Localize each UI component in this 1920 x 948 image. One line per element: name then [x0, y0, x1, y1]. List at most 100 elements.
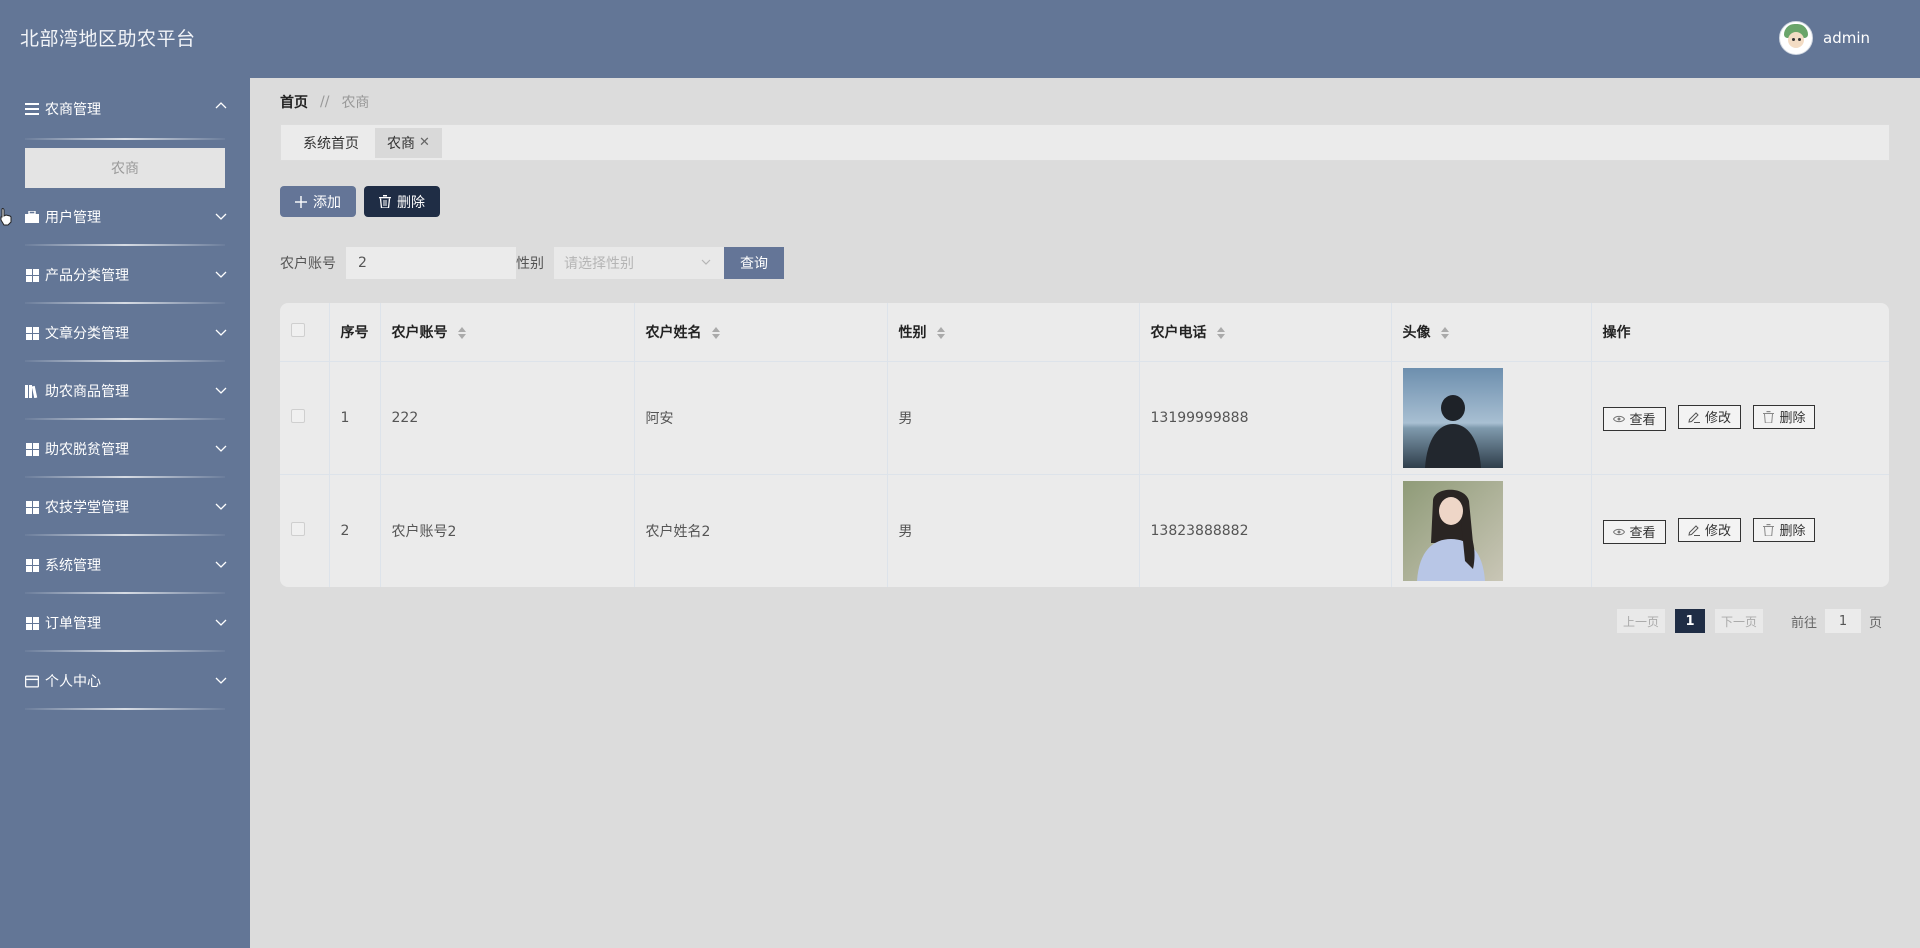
column-header-label: 农户电话: [1150, 324, 1207, 341]
hand-cursor-icon: [0, 208, 12, 226]
select-all-cell: [280, 303, 330, 362]
sidebar-item-farm-merchant[interactable]: 农商管理: [0, 78, 250, 140]
sort-icon[interactable]: [1217, 326, 1226, 339]
cell-avatar: [1391, 361, 1592, 474]
gender-select-placeholder: 请选择性别: [564, 256, 634, 272]
breadcrumb-home[interactable]: 首页: [280, 92, 308, 112]
account-label: 农户账号: [280, 256, 336, 272]
delete-button-label: 删除: [397, 194, 425, 211]
farmer-photo[interactable]: [1402, 367, 1503, 468]
column-header-phone[interactable]: 农户电话: [1139, 303, 1392, 362]
batch-delete-button[interactable]: 删除: [364, 186, 440, 217]
user-menu[interactable]: admin: [1779, 21, 1870, 55]
add-button[interactable]: 添加: [280, 186, 356, 217]
sidebar: 农商管理 农商 用户管理 产品分类管理 文章分类管理 助农商品管理 助农脱贫管理…: [0, 78, 250, 948]
next-page-button[interactable]: 下一页: [1715, 609, 1764, 633]
view-button[interactable]: 查看: [1602, 406, 1666, 431]
chevron-down-icon: [215, 677, 227, 684]
sort-icon[interactable]: [712, 326, 721, 339]
tab-home[interactable]: 系统首页: [291, 128, 371, 158]
column-header-index: 序号: [329, 303, 381, 362]
column-header-label: 农户姓名: [645, 324, 702, 341]
add-button-label: 添加: [313, 194, 341, 211]
breadcrumb-current: 农商: [341, 95, 370, 111]
cell-account: 农户账号2: [380, 474, 635, 587]
chevron-down-icon: [215, 271, 227, 278]
column-header-account[interactable]: 农户账号: [380, 303, 635, 362]
grid-icon: [25, 500, 39, 514]
search-form: 农户账号 2 性别 请选择性别 查询: [280, 247, 784, 279]
sidebar-item-label: 系统管理: [45, 558, 101, 574]
table-header-row: 序号 农户账号 农户姓名 性别 农户电话 头像 操作: [280, 303, 1889, 362]
tab-label: 系统首页: [303, 135, 359, 152]
grid-icon: [25, 616, 39, 630]
chevron-up-icon: [215, 102, 227, 109]
account-search-input[interactable]: 2: [346, 247, 516, 279]
cell-index: 2: [329, 474, 381, 587]
grid-icon: [25, 442, 39, 456]
username[interactable]: admin: [1823, 29, 1870, 47]
delete-button[interactable]: 删除: [1753, 517, 1816, 542]
sidebar-subitem-farm-merchant[interactable]: 农商: [25, 148, 225, 188]
plus-icon: [295, 195, 307, 208]
column-header-avatar[interactable]: 头像: [1391, 303, 1592, 362]
sidebar-item-agri-school[interactable]: 农技学堂管理: [0, 478, 250, 536]
view-button-label: 查看: [1629, 413, 1656, 428]
cell-gender: 男: [887, 474, 1140, 587]
prev-page-button[interactable]: 上一页: [1617, 609, 1666, 633]
user-avatar[interactable]: [1779, 21, 1813, 55]
sidebar-item-system[interactable]: 系统管理: [0, 536, 250, 594]
edit-icon: [1688, 524, 1700, 536]
row-checkbox[interactable]: [291, 521, 305, 536]
sidebar-item-label: 文章分类管理: [45, 326, 129, 342]
column-header-name[interactable]: 农户姓名: [634, 303, 888, 362]
sidebar-item-label: 农技学堂管理: [45, 500, 129, 516]
view-button[interactable]: 查看: [1602, 519, 1666, 544]
delete-button[interactable]: 删除: [1753, 404, 1816, 429]
tab-farm-merchant[interactable]: 农商 ✕: [375, 127, 442, 158]
sort-icon[interactable]: [458, 326, 467, 339]
sidebar-item-orders[interactable]: 订单管理: [0, 594, 250, 652]
cell-actions: 查看 修改 删除: [1591, 474, 1889, 587]
gender-select[interactable]: 请选择性别: [554, 247, 724, 279]
page-suffix: 页: [1869, 615, 1883, 631]
sidebar-item-product-category[interactable]: 产品分类管理: [0, 246, 250, 304]
cell-phone: 13199999888: [1139, 361, 1392, 474]
sidebar-item-label: 订单管理: [45, 616, 101, 632]
chevron-down-icon: [701, 259, 711, 265]
sidebar-item-label: 农商管理: [45, 102, 101, 118]
sidebar-item-users[interactable]: 用户管理: [0, 188, 250, 246]
close-icon[interactable]: ✕: [419, 135, 430, 150]
eye-icon: [1612, 415, 1625, 423]
edit-button[interactable]: 修改: [1677, 517, 1741, 542]
goto-label: 前往: [1791, 615, 1818, 631]
books-icon: [25, 384, 39, 398]
sidebar-item-label: 用户管理: [45, 210, 101, 226]
query-button[interactable]: 查询: [724, 247, 784, 279]
cell-phone: 13823888882: [1139, 474, 1392, 587]
sidebar-item-article-category[interactable]: 文章分类管理: [0, 304, 250, 362]
data-table: 序号 农户账号 农户姓名 性别 农户电话 头像 操作 1 222 阿安 男 13…: [280, 303, 1889, 587]
page-number-current[interactable]: 1: [1675, 609, 1706, 633]
sort-icon[interactable]: [937, 326, 946, 339]
sidebar-item-profile[interactable]: 个人中心: [0, 652, 250, 710]
sidebar-item-poverty-relief[interactable]: 助农脱贫管理: [0, 420, 250, 478]
grid-icon: [25, 268, 39, 282]
tab-label: 农商: [387, 135, 415, 152]
row-checkbox[interactable]: [291, 408, 305, 423]
trash-icon: [379, 195, 391, 208]
briefcase-icon: [25, 210, 39, 224]
cell-account: 222: [380, 361, 635, 474]
goto-page-input[interactable]: 1: [1825, 609, 1862, 633]
column-header-gender[interactable]: 性别: [887, 303, 1140, 362]
sort-icon[interactable]: [1441, 326, 1450, 339]
card-icon: [25, 674, 39, 688]
grid-icon: [25, 326, 39, 340]
breadcrumb-separator: //: [320, 94, 330, 110]
column-header-label: 序号: [340, 324, 369, 341]
sidebar-group-farm-merchant: 农商管理 农商: [0, 78, 250, 188]
select-all-checkbox[interactable]: [291, 322, 305, 337]
edit-button[interactable]: 修改: [1677, 404, 1741, 429]
farmer-photo[interactable]: [1402, 480, 1503, 581]
sidebar-item-agri-products[interactable]: 助农商品管理: [0, 362, 250, 420]
